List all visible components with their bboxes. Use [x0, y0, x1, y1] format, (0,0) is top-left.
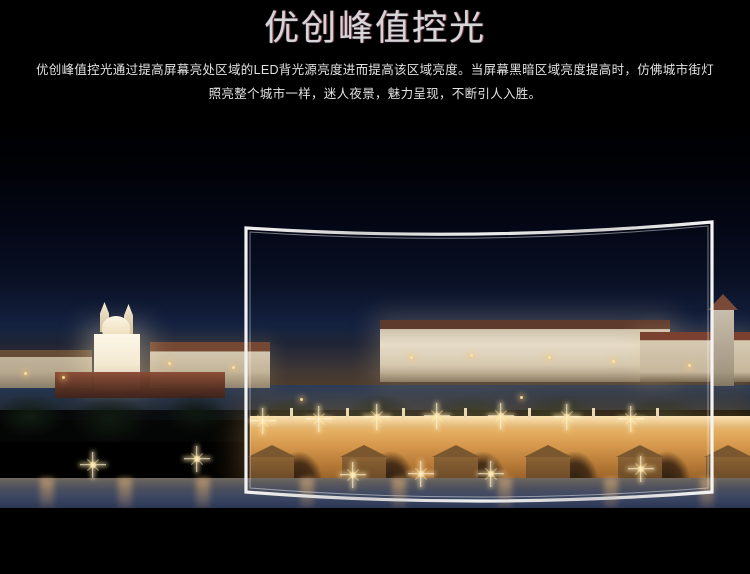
bridge-statue [346, 408, 349, 418]
light-flare-icon [370, 410, 384, 424]
light-flare-icon [624, 412, 638, 426]
light-flare-icon [414, 467, 428, 481]
footer-section: 产品功能 Product Function 值 什么值得买 [0, 508, 750, 574]
light-flare-icon [494, 409, 508, 423]
page-root: 优创峰值控光 优创峰值控光通过提高屏幕亮处区域的LED背光源亮度进而提高该区域亮… [0, 0, 750, 574]
bridge-statue [656, 408, 659, 418]
water-sheen [0, 478, 750, 508]
street-lamp [612, 360, 615, 363]
page-title: 优创峰值控光 [263, 9, 486, 48]
bridge-statue [592, 408, 595, 418]
street-lamp [232, 366, 235, 369]
hero-night-city-photo [0, 120, 750, 508]
bridge-statue [464, 408, 467, 418]
street-lamp [62, 376, 65, 379]
bridge-statue [290, 408, 293, 418]
street-lamp [688, 364, 691, 367]
light-flare-icon [634, 462, 648, 476]
light-flare-icon [560, 410, 574, 424]
street-lamp [168, 362, 171, 365]
light-flare-icon [484, 467, 498, 481]
header-section: 优创峰值控光 优创峰值控光通过提高屏幕亮处区域的LED背光源亮度进而提高该区域亮… [0, 0, 750, 120]
street-lamp [410, 356, 413, 359]
light-flare-icon [312, 412, 326, 426]
page-subtitle: 优创峰值控光通过提高屏幕亮处区域的LED背光源亮度进而提高该区域亮度。当屏幕黑暗… [35, 63, 715, 101]
street-lamp [470, 354, 473, 357]
light-flare-icon [86, 458, 100, 472]
light-flare-icon [256, 414, 270, 428]
light-flare-icon [430, 409, 444, 423]
bridge-statue [402, 408, 405, 418]
light-flare-icon [190, 452, 204, 466]
bridge-statue [528, 408, 531, 418]
street-lamp [548, 356, 551, 359]
street-lamp [520, 396, 523, 399]
river-water [0, 478, 750, 508]
light-flare-icon [346, 468, 360, 482]
street-lamp [24, 372, 27, 375]
street-lamp [300, 398, 303, 401]
